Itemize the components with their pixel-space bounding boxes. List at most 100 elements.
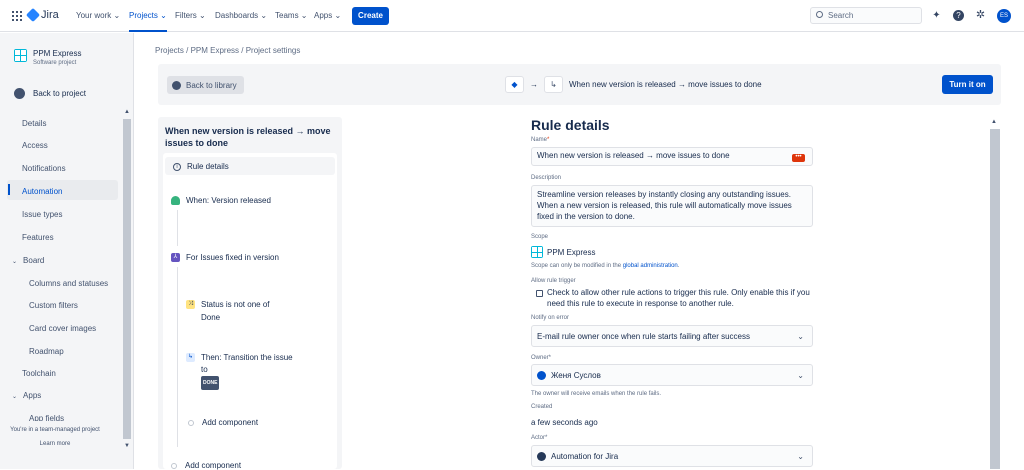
chevron-down-icon: ⌄ (12, 394, 18, 400)
jira-logo-icon (25, 7, 41, 23)
arrow-left-icon (14, 88, 25, 99)
add-component-branch[interactable]: Add component (188, 418, 258, 427)
sidebar-item-apps[interactable]: ⌄ Apps (12, 391, 41, 400)
add-icon (171, 462, 177, 469)
actor-select[interactable]: Automation for Jira ⌄ (531, 445, 813, 467)
allow-trigger-row: Check to allow other rule actions to tri… (531, 287, 813, 309)
more-icon[interactable]: ••• (792, 154, 805, 162)
description-label: Description (531, 175, 562, 181)
nav-teams[interactable]: Teams ⌄ (275, 0, 308, 32)
sidebar: PPM Express Software project Back to pro… (0, 33, 134, 469)
main-scrollbar[interactable]: ▲ (989, 117, 1001, 469)
scope-label: Scope (531, 234, 549, 240)
trigger-icon: ◆ (505, 76, 524, 93)
search-input[interactable]: Search (810, 7, 922, 24)
project-icon (14, 49, 27, 62)
back-to-project-link[interactable]: Back to project (14, 88, 86, 99)
sidebar-item-issue-types[interactable]: Issue types (22, 210, 62, 219)
sidebar-item-roadmap[interactable]: Roadmap (29, 347, 64, 356)
learn-more-link[interactable]: Learn more (0, 441, 110, 447)
arrow-left-icon (172, 80, 181, 90)
notify-select[interactable]: E-mail rule owner once when rule starts … (531, 325, 813, 347)
add-icon (188, 419, 194, 426)
rule-details-step[interactable]: i Rule details (173, 162, 229, 171)
branch-icon: ⅄ (171, 253, 180, 263)
jira-logo[interactable]: Jira (25, 7, 59, 23)
sidebar-item-board[interactable]: ⌄ Board (12, 256, 44, 265)
scope-value: PPM Express (531, 246, 595, 258)
scroll-up-icon[interactable]: ▲ (991, 119, 997, 125)
sidebar-item-app-fields[interactable]: App fields (29, 414, 64, 421)
project-type: Software project (33, 60, 77, 66)
sidebar-item-notifications[interactable]: Notifications (22, 164, 66, 173)
nav-your-work[interactable]: Your work ⌄ (76, 0, 120, 32)
avatar (537, 371, 546, 381)
search-icon (816, 11, 823, 18)
scrollbar-thumb[interactable] (123, 119, 131, 439)
turn-it-on-button[interactable]: Turn it on (942, 75, 993, 94)
sidebar-item-columns-and-statuses[interactable]: Columns and statuses (29, 279, 108, 288)
nav-projects[interactable]: Projects ⌄ (129, 0, 167, 32)
settings-icon[interactable]: ✲ (975, 10, 986, 21)
rule-flow-panel: When new version is released → move issu… (158, 117, 342, 470)
created-label: Created (531, 404, 553, 410)
chevron-down-icon: ⌄ (797, 452, 804, 461)
back-to-library-button[interactable]: Back to library (167, 76, 244, 94)
sidebar-item-toolchain[interactable]: Toolchain (22, 369, 56, 378)
avatar[interactable]: ES (997, 9, 1011, 23)
name-label: Name* (531, 137, 550, 143)
sidebar-item-automation[interactable]: Automation (22, 187, 62, 196)
branch-step[interactable]: ⅄ For Issues fixed in version (171, 253, 279, 263)
sidebar-scrollbar[interactable]: ▲ ▼ (122, 109, 132, 453)
avatar (537, 452, 546, 462)
chevron-down-icon: ⌄ (797, 371, 804, 380)
version-icon (171, 196, 180, 206)
scroll-up-icon[interactable]: ▲ (124, 109, 130, 115)
allow-trigger-checkbox[interactable] (536, 290, 543, 297)
description-field[interactable]: Streamline version releases by instantly… (531, 185, 813, 227)
arrow-right-icon: → (530, 80, 538, 89)
sidebar-item-details[interactable]: Details (22, 119, 46, 128)
condition-step[interactable]: ⤨ Status is not one of Done (186, 298, 270, 324)
nav-filters[interactable]: Filters ⌄ (175, 0, 206, 32)
notifications-icon[interactable]: ✦ (931, 10, 942, 21)
team-managed-note: You're in a team-managed project Learn m… (0, 427, 110, 447)
rule-header-bar: Back to library ◆ → ↳ When new version i… (158, 64, 1001, 105)
sidebar-item-access[interactable]: Access (22, 141, 48, 150)
sidebar-item-features[interactable]: Features (22, 233, 54, 242)
sidebar-item-custom-filters[interactable]: Custom filters (29, 301, 78, 310)
rule-summary-name: When new version is released → move issu… (569, 80, 762, 89)
project-icon (531, 246, 543, 258)
owner-note: The owner will receive emails when the r… (531, 391, 662, 397)
scrollbar-thumb[interactable] (990, 129, 1000, 469)
page-title: Rule details (531, 117, 610, 133)
breadcrumb[interactable]: Projects / PPM Express / Project setting… (155, 46, 300, 55)
global-administration-link[interactable]: global administration (623, 263, 678, 269)
nav-dashboards[interactable]: Dashboards ⌄ (215, 0, 267, 32)
nav-apps[interactable]: Apps ⌄ (314, 0, 341, 32)
name-field[interactable]: When new version is released → move issu… (531, 147, 813, 166)
rule-flow: i Rule details When: Version released ⅄ Fo… (163, 153, 337, 470)
scroll-down-icon[interactable]: ▼ (124, 443, 130, 449)
create-button[interactable]: Create (352, 7, 389, 25)
created-value: a few seconds ago (531, 418, 598, 427)
allow-trigger-label: Allow rule trigger (531, 278, 576, 284)
notify-label: Notify on error (531, 315, 570, 321)
trigger-step[interactable]: When: Version released (171, 196, 271, 206)
owner-label: Owner* (531, 355, 552, 361)
transition-icon: ↳ (186, 353, 195, 363)
project-header: PPM Express Software project (14, 49, 81, 66)
project-name: PPM Express (33, 49, 82, 58)
chevron-down-icon: ⌄ (12, 259, 18, 265)
help-icon[interactable]: ? (953, 10, 964, 21)
top-navigation: Jira Your work ⌄ Projects ⌄ Filters ⌄ Da… (0, 0, 1024, 32)
action-step[interactable]: ↳ Then: Transition the issue to DONE (186, 352, 293, 390)
owner-select[interactable]: Женя Суслов ⌄ (531, 364, 813, 386)
condition-icon: ⤨ (186, 300, 195, 310)
sidebar-item-card-cover-images[interactable]: Card cover images (29, 324, 96, 333)
actor-label: Actor* (531, 435, 548, 441)
chevron-down-icon: ⌄ (797, 332, 804, 341)
rule-title: When new version is released → move issu… (165, 126, 331, 148)
flow-line (177, 267, 178, 447)
app-switcher-icon[interactable] (12, 11, 22, 21)
